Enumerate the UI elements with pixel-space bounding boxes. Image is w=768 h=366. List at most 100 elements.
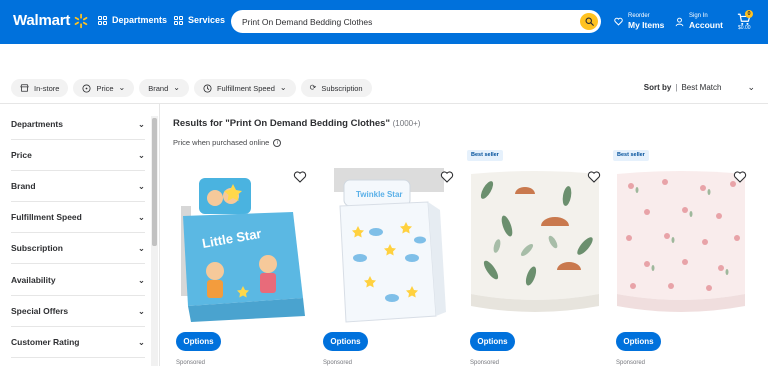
- results-title-text: Results for "Print On Demand Bedding Clo…: [173, 118, 390, 129]
- sidebar-item-availability[interactable]: Availability ⌄: [11, 265, 145, 296]
- sort-separator: |: [675, 83, 678, 92]
- sidebar-item-label: Fulfillment Speed: [11, 212, 82, 222]
- top-header: Walmart Departments Services Print On De…: [0, 0, 768, 44]
- sidebar-item-price[interactable]: Price ⌄: [11, 140, 145, 171]
- chevron-down-icon: ⌄: [137, 149, 145, 160]
- price-note: Price when purchased online i: [173, 138, 282, 147]
- refresh-icon: ⟳: [309, 83, 317, 92]
- sidebar-item-label: Availability: [11, 275, 56, 285]
- chevron-down-icon: ⌄: [137, 211, 145, 222]
- cart-count-badge: 0: [745, 10, 753, 18]
- grid-icon: [98, 15, 107, 25]
- chevron-down-icon: ⌄: [137, 336, 145, 347]
- favorite-heart-icon[interactable]: [587, 170, 601, 184]
- heart-icon: [614, 17, 623, 26]
- price-tag-icon: [82, 83, 91, 93]
- sort-label: Sort by: [643, 83, 672, 92]
- sidebar-item-label: Subscription: [11, 243, 63, 253]
- product-card[interactable]: Little Star Options Sponsored: [173, 150, 309, 366]
- search-input[interactable]: [242, 16, 562, 27]
- chevron-down-icon: ⌄: [137, 180, 145, 191]
- chevron-down-icon: ⌄: [137, 305, 145, 316]
- product-image[interactable]: [613, 166, 749, 326]
- sidebar-item-departments[interactable]: Departments ⌄: [11, 109, 145, 140]
- chevron-down-icon: ⌄: [137, 118, 145, 129]
- chip-label: In-store: [34, 83, 60, 93]
- best-seller-badge: Best seller: [467, 150, 503, 161]
- favorite-heart-icon[interactable]: [733, 170, 747, 184]
- chevron-down-icon: ⌄: [137, 274, 145, 285]
- options-button[interactable]: Options: [470, 332, 515, 351]
- search-button[interactable]: [580, 13, 598, 30]
- reorder-big-label: My Items: [628, 20, 665, 30]
- spark-icon: [74, 13, 88, 28]
- product-card[interactable]: Twinkle Star Options Sponsored: [320, 150, 456, 366]
- sidebar-item-label: Customer Rating: [11, 337, 80, 347]
- price-note-text: Price when purchased online: [173, 138, 270, 147]
- options-button[interactable]: Options: [176, 332, 221, 351]
- sidebar-item-customer-rating[interactable]: Customer Rating ⌄: [11, 327, 145, 358]
- sponsored-label: Sponsored: [470, 360, 500, 366]
- search-icon: [584, 17, 594, 26]
- product-image[interactable]: Little Star: [173, 166, 309, 326]
- chevron-down-icon: ⌄: [747, 82, 755, 92]
- walmart-logo[interactable]: Walmart: [13, 12, 89, 29]
- info-icon[interactable]: i: [273, 138, 282, 147]
- results-heading: Results for "Print On Demand Bedding Clo…: [173, 118, 420, 129]
- cart-total: $0.00: [738, 25, 751, 31]
- chip-label: Price: [96, 83, 114, 93]
- filter-chip-fulfillment[interactable]: Fulfillment Speed ⌄: [193, 79, 296, 97]
- filter-chip-price[interactable]: Price ⌄: [73, 79, 135, 97]
- truck-icon: [203, 83, 212, 93]
- reorder-small-label: Reorder: [628, 13, 650, 19]
- results-count: (1000+): [392, 119, 421, 128]
- account-link[interactable]: Sign In Account: [675, 12, 723, 31]
- sidebar-scroll-thumb[interactable]: [152, 118, 157, 246]
- filter-chip-in-store[interactable]: In-store: [11, 79, 69, 97]
- sponsored-label: Sponsored: [323, 360, 353, 366]
- sort-dropdown[interactable]: Sort by | Best Match ⌄: [644, 82, 755, 93]
- sidebar-item-label: Brand: [11, 181, 36, 191]
- services-button[interactable]: Services: [174, 15, 225, 25]
- best-seller-badge: Best seller: [613, 150, 649, 161]
- sort-value: Best Match: [681, 83, 722, 92]
- chevron-down-icon: ⌄: [279, 83, 287, 92]
- services-grid-icon: [174, 15, 183, 25]
- sidebar-item-special-offers[interactable]: Special Offers ⌄: [11, 296, 145, 327]
- favorite-heart-icon[interactable]: [293, 170, 307, 184]
- chevron-down-icon: ⌄: [118, 83, 126, 92]
- svg-text:Twinkle Star: Twinkle Star: [356, 190, 403, 199]
- favorite-heart-icon[interactable]: [440, 170, 454, 184]
- product-image[interactable]: Twinkle Star: [320, 166, 456, 326]
- options-button[interactable]: Options: [616, 332, 661, 351]
- account-big-label: Account: [689, 20, 723, 30]
- chip-label: Subscription: [321, 83, 363, 93]
- chevron-down-icon: ⌄: [137, 242, 145, 253]
- person-icon: [675, 17, 684, 26]
- product-image[interactable]: [467, 166, 603, 326]
- product-card[interactable]: Best seller Options Sponsored: [467, 150, 603, 366]
- chip-label: Fulfillment Speed: [216, 83, 275, 93]
- sponsored-label: Sponsored: [616, 360, 646, 366]
- reorder-link[interactable]: Reorder My Items: [614, 12, 664, 31]
- filter-chip-subscription[interactable]: ⟳ Subscription: [300, 79, 372, 97]
- services-label: Services: [188, 15, 226, 25]
- logo-text: Walmart: [13, 12, 71, 29]
- departments-label: Departments: [112, 15, 168, 25]
- sidebar-item-label: Special Offers: [11, 306, 69, 316]
- store-icon: [20, 84, 29, 92]
- cart-button[interactable]: 0 $0.00: [735, 10, 755, 34]
- departments-button[interactable]: Departments: [98, 15, 167, 25]
- chevron-down-icon: ⌄: [173, 83, 180, 92]
- filter-chip-brand[interactable]: Brand ⌄: [139, 79, 189, 97]
- sidebar-item-brand[interactable]: Brand ⌄: [11, 171, 145, 202]
- product-card[interactable]: Best seller Options Sponsored: [613, 150, 749, 366]
- chip-label: Brand: [148, 83, 169, 93]
- sidebar-item-fulfillment-speed[interactable]: Fulfillment Speed ⌄: [11, 202, 145, 233]
- search-bar: [231, 10, 601, 33]
- filter-bar: In-store Price ⌄ Brand ⌄ Fulfillment Spe…: [11, 79, 372, 97]
- sidebar-item-subscription[interactable]: Subscription ⌄: [11, 233, 145, 264]
- sidebar-item-label: Departments: [11, 119, 63, 129]
- sidebar-item-label: Price: [11, 150, 32, 160]
- options-button[interactable]: Options: [323, 332, 368, 351]
